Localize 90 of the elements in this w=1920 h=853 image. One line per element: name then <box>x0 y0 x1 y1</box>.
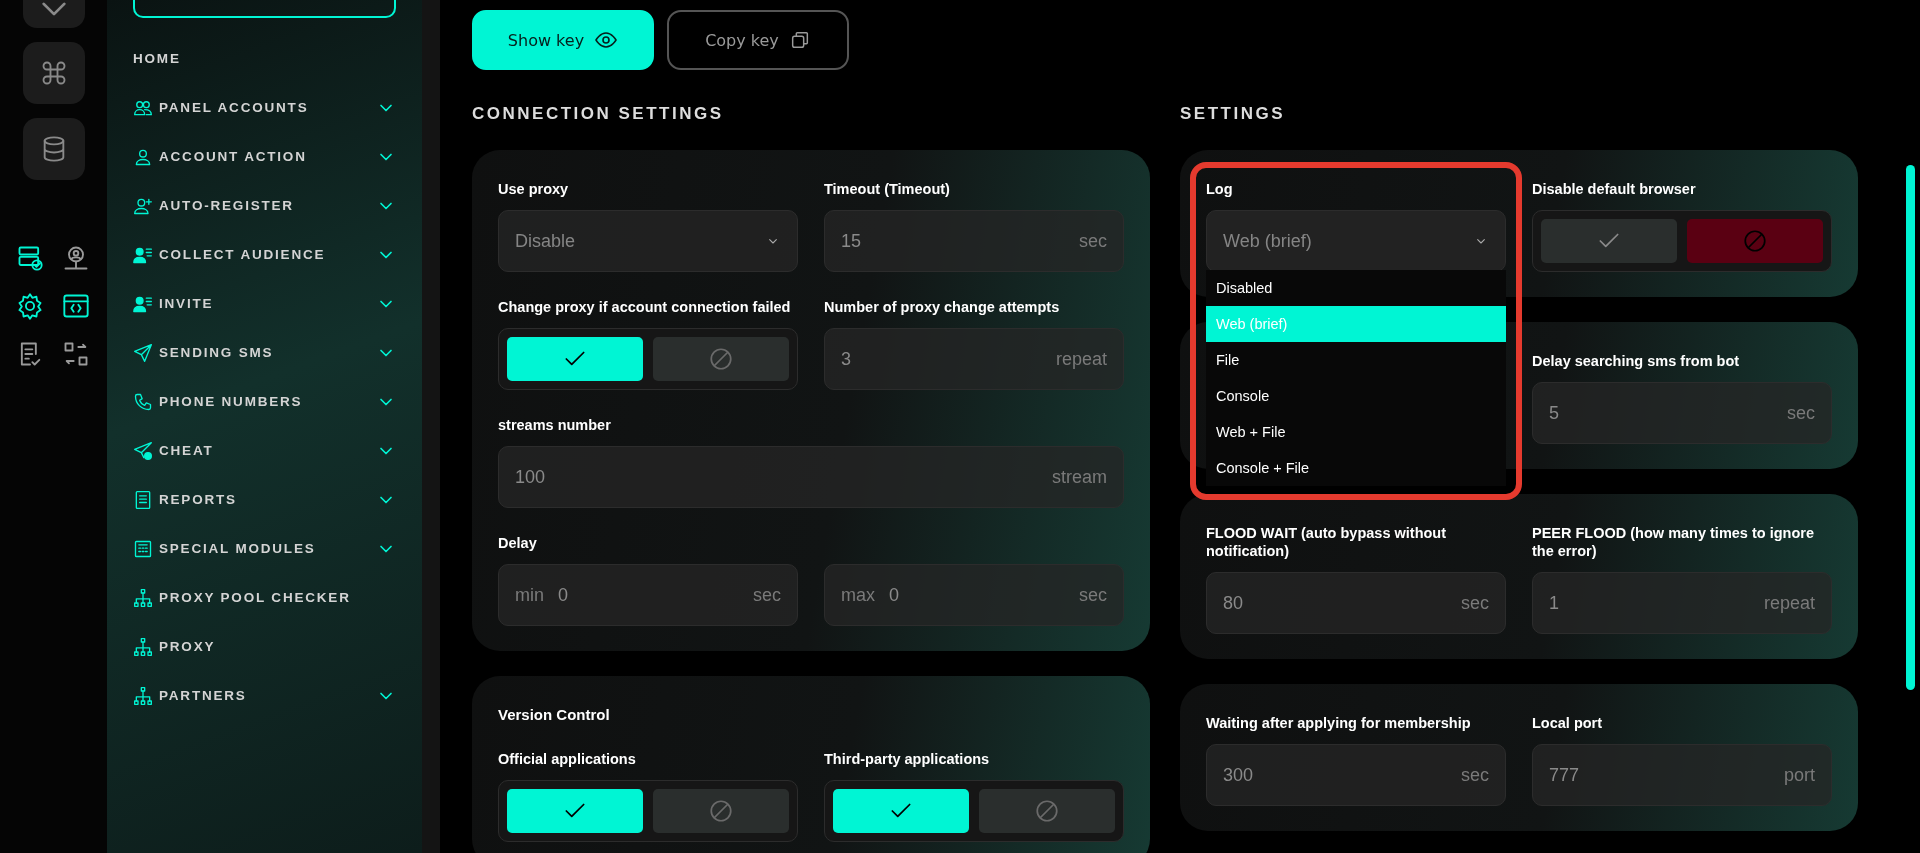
unit-label: sec <box>1079 584 1107 606</box>
sidebar-item[interactable]: PARTNERS <box>133 671 396 720</box>
field-label: PEER FLOOD (how many times to ignore the error) <box>1532 524 1815 560</box>
field-value: 0 <box>889 584 901 606</box>
unit-label: sec <box>1787 402 1815 424</box>
unit-label: repeat <box>1763 592 1815 614</box>
unit-label: sec <box>753 584 781 606</box>
field-value: 5 <box>1549 402 1560 424</box>
sidebar-item[interactable]: ACCOUNT ACTION <box>133 132 396 181</box>
sidebar-item[interactable]: COLLECT AUDIENCE <box>133 230 396 279</box>
chevron-down-icon <box>41 2 66 16</box>
number-field[interactable]: 100 stream <box>498 446 1124 508</box>
field-value: 1 <box>1549 592 1560 614</box>
ban-icon <box>708 346 734 372</box>
network-icon <box>133 587 153 608</box>
section-title: SETTINGS <box>1180 104 1286 125</box>
ban-icon <box>1034 798 1060 824</box>
sidebar-item[interactable]: SENDING SMS <box>133 328 396 377</box>
sidebar-item[interactable]: PANEL ACCOUNTS <box>133 83 396 132</box>
copy-key-button[interactable]: Copy key <box>667 10 849 70</box>
unit-label: port <box>1783 764 1815 786</box>
sidebar-item[interactable]: HOME <box>133 34 396 83</box>
unit-label: sec <box>1461 764 1489 786</box>
sidebar-item[interactable]: INVITE <box>133 279 396 328</box>
dropdown-option[interactable]: Web + File <box>1206 414 1506 450</box>
section-title: CONNECTION SETTINGS <box>472 104 725 125</box>
field-label: Local port <box>1532 714 1604 732</box>
number-field[interactable]: 1 repeat <box>1532 572 1832 634</box>
number-field[interactable]: 15 sec <box>824 210 1124 272</box>
field-value: 0 <box>558 584 570 606</box>
sidebar-item[interactable]: AUTO-REGISTER <box>133 181 396 230</box>
field-value: 777 <box>1549 764 1581 786</box>
dropdown-option[interactable]: Console + File <box>1206 450 1506 486</box>
select-field[interactable]: Web (brief) <box>1206 210 1506 272</box>
number-field[interactable]: 5 sec <box>1532 382 1832 444</box>
scrollbar-thumb[interactable] <box>1906 165 1915 690</box>
unit-label: sec <box>1461 592 1489 614</box>
dropdown-option[interactable]: Console <box>1206 378 1506 414</box>
field-label: Use proxy <box>498 180 570 198</box>
dropdown-option[interactable]: File <box>1206 342 1506 378</box>
sidebar-item[interactable]: REPORTS <box>133 475 396 524</box>
field-value: 3 <box>841 348 852 370</box>
dropdown-option[interactable]: Disabled <box>1206 270 1506 306</box>
sidebar-item[interactable]: SPECIAL MODULES <box>133 524 396 573</box>
sidebar-item[interactable]: PROXY POOL CHECKER <box>133 573 396 622</box>
database-button[interactable] <box>22 118 85 180</box>
network-icon <box>133 685 153 706</box>
document-icon <box>133 489 153 510</box>
field-label: Timeout (Timeout) <box>824 180 951 198</box>
field-label: Number of proxy change attempts <box>824 298 1061 316</box>
number-field[interactable]: 300 sec <box>1206 744 1506 806</box>
field-value: 80 <box>1223 592 1245 614</box>
select-field[interactable]: Disable <box>498 210 798 272</box>
unit-label: repeat <box>1055 348 1107 370</box>
send-icon <box>133 342 153 363</box>
field-label: Third-party applications <box>824 750 991 768</box>
show-key-button[interactable]: Show key <box>472 10 654 70</box>
calculator-icon <box>133 538 153 559</box>
field-label: streams number <box>498 416 612 434</box>
field-value: 300 <box>1223 764 1255 786</box>
field-label: Disable default browser <box>1532 180 1697 198</box>
code-window-icon[interactable] <box>61 292 90 320</box>
sidebar-item[interactable]: PHONE NUMBERS <box>133 377 396 426</box>
ban-icon <box>708 798 734 824</box>
field-value: 100 <box>515 466 547 488</box>
number-field[interactable]: 777 port <box>1532 744 1832 806</box>
field-label: Official applications <box>498 750 637 768</box>
field-label: Log <box>1206 180 1234 198</box>
number-field[interactable]: min 0 sec <box>498 564 798 626</box>
field-label: Waiting after applying for membership <box>1206 714 1472 732</box>
phone-icon <box>133 391 153 412</box>
unit-label: sec <box>1079 230 1107 252</box>
number-field[interactable]: 3 repeat <box>824 328 1124 390</box>
ban-icon <box>1742 228 1768 254</box>
field-label: FLOOD WAIT (auto bypass without notification) <box>1206 524 1448 560</box>
field-label: Delay searching sms from bot <box>1532 352 1741 370</box>
field-label: Change proxy if account connection failed <box>498 298 792 316</box>
network-icon <box>133 636 153 657</box>
sidebar-item[interactable]: CHEAT <box>133 426 396 475</box>
number-field[interactable]: max 0 sec <box>824 564 1124 626</box>
sidebar-item[interactable]: PROXY <box>133 622 396 671</box>
unit-label: stream <box>1052 466 1107 488</box>
prefix-label: max <box>841 584 875 606</box>
field-label: Delay <box>498 534 538 552</box>
field-value: 15 <box>841 230 863 252</box>
send-plus-icon <box>133 440 153 461</box>
number-field[interactable]: 80 sec <box>1206 572 1506 634</box>
prefix-label: min <box>515 584 544 606</box>
group-title: Version Control <box>498 706 611 724</box>
command-button[interactable] <box>22 42 85 104</box>
